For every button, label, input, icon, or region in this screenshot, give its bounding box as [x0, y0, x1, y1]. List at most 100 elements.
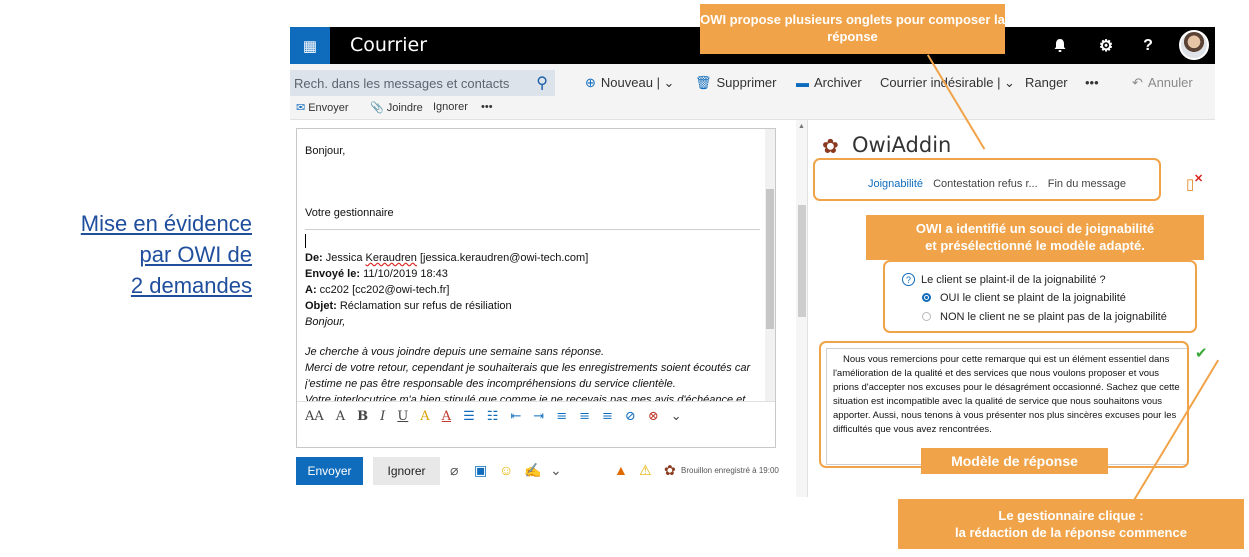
compose-attach-label: Joindre — [386, 102, 423, 114]
emoji-icon[interactable]: ☺ — [499, 462, 513, 478]
compose-send-button[interactable]: ✉ Envoyer — [296, 101, 349, 114]
annotation-detect: OWI a identifié un souci de joignabilité… — [866, 215, 1204, 260]
sweep-label: Ranger — [1025, 75, 1068, 90]
signature-icon[interactable]: ✍ — [524, 462, 541, 479]
caption-line-3: 2 demandes — [130, 273, 252, 298]
addin-title: OwiAddin — [852, 133, 952, 157]
annotation-click: Le gestionnaire clique : la rédaction de… — [898, 499, 1244, 549]
gear-icon[interactable]: ⚙ — [1086, 27, 1126, 64]
annotation-template: Modèle de réponse — [921, 448, 1108, 474]
indent-icon[interactable]: ⇥ — [533, 409, 544, 424]
pane-divider[interactable]: ▲ — [796, 120, 808, 497]
new-button[interactable]: ⊕ Nouveau | ⌄ — [585, 75, 674, 91]
numbering-icon[interactable]: ☷ — [487, 409, 499, 424]
from-name: Jessica — [325, 252, 363, 264]
from-email: [jessica.keraudren@owi-tech.com] — [419, 252, 589, 264]
highlight-icon[interactable]: A — [420, 409, 429, 424]
quoted-line-4: Votre interlocutrice m'a bien stipulé qu… — [305, 394, 746, 401]
compose-attach-button[interactable]: 📎 Joindre — [370, 101, 423, 114]
undo-button[interactable]: ↶ Annuler — [1132, 75, 1193, 91]
image-icon[interactable]: ▣ — [474, 462, 487, 479]
send-button[interactable]: Envoyer — [296, 457, 363, 485]
from-line: De: Jessica Keraudren [jessica.keraudren… — [305, 250, 760, 266]
quoted-greeting: Bonjour, — [305, 316, 346, 328]
click-note-line-1: Le gestionnaire clique : — [998, 508, 1144, 523]
compose-editor[interactable]: Bonjour, Votre gestionnaire De: Jessica … — [296, 128, 776, 448]
compose-discard-button[interactable]: Ignorer — [433, 101, 468, 113]
compose-more-button[interactable]: ••• — [481, 101, 493, 113]
paperclip-icon: 📎 — [370, 102, 384, 114]
draft-status: Brouillon enregistré à 19:00 — [681, 466, 779, 475]
text-cursor — [305, 234, 306, 248]
more-button[interactable]: ••• — [1085, 75, 1099, 90]
search-icon[interactable]: ⚲ — [536, 73, 548, 93]
app-title: Courrier — [350, 34, 428, 56]
undo-icon: ↶ — [1132, 75, 1143, 90]
scroll-up-icon[interactable]: ▲ — [798, 123, 805, 130]
bullets-icon[interactable]: ☰ — [463, 409, 475, 424]
avatar[interactable] — [1179, 30, 1209, 60]
bell-icon[interactable] — [1040, 27, 1080, 64]
signature: Votre gestionnaire — [305, 207, 394, 219]
help-icon[interactable]: ? — [1128, 27, 1168, 64]
message-body[interactable]: Bonjour, Votre gestionnaire De: Jessica … — [305, 129, 760, 401]
plus-circle-icon: ⊕ — [585, 75, 596, 90]
sent-line: Envoyé le: 11/10/2019 18:43 — [305, 266, 760, 282]
undo-label: Annuler — [1147, 75, 1193, 90]
grow-font-icon[interactable]: A — [336, 409, 345, 424]
trash-icon: 🗑 — [695, 75, 712, 90]
quoted-line-1: Je cherche à vous joindre depuis une sem… — [305, 346, 605, 358]
send-icon: ✉ — [296, 102, 306, 114]
chevron-down-icon[interactable]: ⌄ — [550, 462, 562, 479]
more-format-icon[interactable]: ⌄ — [671, 409, 682, 424]
close-document-icon[interactable]: ▯ ✕ — [1186, 173, 1203, 193]
command-bar: ⚲ ⊕Nouveau | ⌄ 🗑Supprimer ▬Archiver Cour… — [290, 64, 1215, 120]
subject-line: Objet: Réclamation sur refus de résiliat… — [305, 298, 760, 314]
sweep-button[interactable]: Ranger — [1025, 75, 1068, 90]
highlight-caption: Mise en évidence par OWI de 2 demandes — [40, 208, 252, 301]
annotation-tabs: OWI propose plusieurs onglets pour compo… — [700, 4, 1005, 54]
quote-separator — [305, 229, 760, 230]
italic-icon[interactable]: I — [380, 409, 385, 424]
quoted-line-3: j'estime ne pas être responsable des inc… — [305, 378, 676, 390]
discard-button[interactable]: Ignorer — [373, 457, 440, 485]
click-note-line-2: la rédaction de la réponse commence — [955, 525, 1187, 540]
warning-orange-icon[interactable]: ▲ — [614, 462, 628, 478]
to-label: A: — [305, 284, 317, 296]
checkmark-icon[interactable]: ✔ — [1195, 344, 1208, 362]
caption-line-1: Mise en évidence — [80, 211, 252, 236]
pane-scrollbar-thumb[interactable] — [798, 205, 806, 317]
delete-button[interactable]: 🗑 Supprimer — [695, 75, 776, 91]
compose-send-label: Envoyer — [308, 102, 349, 114]
compose-scrollbar[interactable] — [765, 129, 775, 401]
bold-icon[interactable]: B — [357, 409, 368, 424]
scrollbar-thumb[interactable] — [766, 189, 774, 329]
font-size-icon[interactable]: AA — [305, 409, 324, 424]
align-right-icon[interactable]: ≡ — [602, 409, 613, 424]
waffle-icon[interactable]: ▦ — [290, 27, 330, 64]
archive-icon: ▬ — [796, 75, 809, 90]
question-highlight-box — [883, 260, 1197, 333]
detect-note-line-2: et présélectionné le modèle adapté. — [925, 238, 1145, 253]
to-value: cc202 [cc202@owi-tech.fr] — [319, 284, 450, 296]
from-label: De: — [305, 252, 323, 264]
detect-note-line-1: OWI a identifié un souci de joignabilité — [915, 221, 1155, 236]
sent-value: 11/10/2019 18:43 — [363, 268, 448, 280]
warning-yellow-icon[interactable]: ⚠ — [639, 462, 652, 479]
underline-icon[interactable]: U — [397, 409, 408, 424]
archive-button[interactable]: ▬ Archiver — [796, 75, 862, 90]
link-icon[interactable]: ⊘ — [625, 409, 636, 424]
remove-link-icon[interactable]: ⊗ — [648, 409, 659, 424]
format-toolbar: AA A B I U A A ☰ ☷ ⇤ ⇥ ≡ ≡ ≡ ⊘ ⊗ ⌄ — [297, 401, 775, 431]
search-input[interactable] — [290, 70, 525, 96]
align-left-icon[interactable]: ≡ — [556, 409, 567, 424]
font-color-icon[interactable]: A — [442, 409, 451, 424]
outdent-icon[interactable]: ⇤ — [510, 409, 521, 424]
attach-icon[interactable]: ⌀ — [450, 462, 458, 479]
quoted-line-2: Merci de votre retour, cependant je souh… — [305, 362, 751, 374]
delete-label: Supprimer — [716, 75, 777, 90]
greeting: Bonjour, — [305, 145, 346, 157]
sent-label: Envoyé le: — [305, 268, 361, 280]
owi-addin-icon[interactable]: ✿ — [664, 462, 676, 479]
align-center-icon[interactable]: ≡ — [579, 409, 590, 424]
